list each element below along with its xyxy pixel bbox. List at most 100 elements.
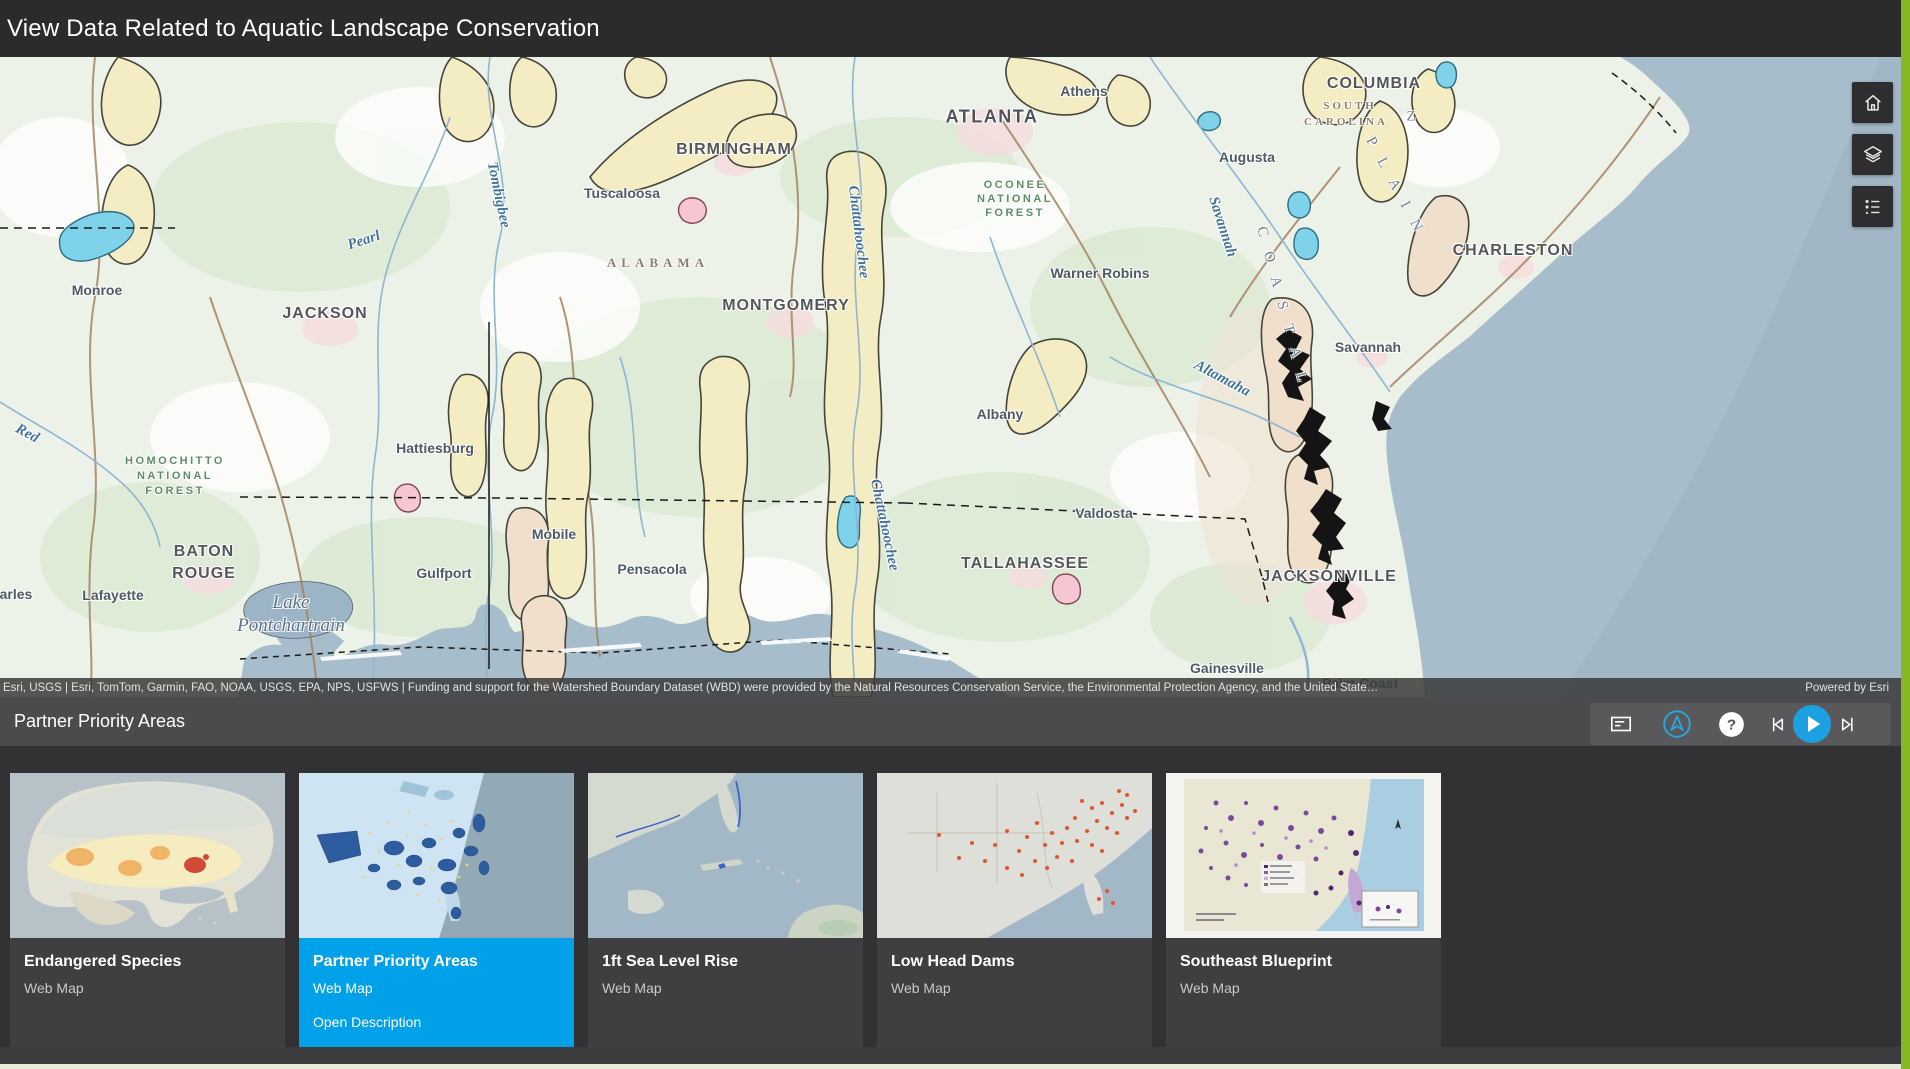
card-endangered-species[interactable]: Endangered Species Web Map [10,773,285,1047]
skip-next-icon [1836,713,1859,736]
card-low-head-dams[interactable]: Low Head Dams Web Map [877,773,1152,1047]
card-thumbnail [1166,773,1441,938]
map-label-monroe: Monroe [72,282,123,298]
map-label-national: NATIONAL [977,193,1053,205]
map-label-chattahoochee: Chattahoochee [844,185,872,280]
map-label-arles: arles [0,586,32,602]
map-label-savannah: Savannah [1335,339,1401,355]
title-bar: View Data Related to Aquatic Landscape C… [0,0,1901,57]
legend-icon [1862,196,1884,218]
compass-button[interactable] [1660,707,1694,741]
card-thumbnail [10,773,285,938]
map-attribution: Esri, USGS | Esri, TomTom, Garmin, FAO, … [0,678,1901,697]
card-subtitle: Web Map [313,980,560,996]
map-labels: Athens ATLANTA COLUMBIA SOUTH CAROLINA Z P L A… [0,57,1901,697]
map-label-baton: BATON [174,543,234,561]
map-label-augusta: Augusta [1219,149,1275,165]
map-label-altamaha: Altamaha [1191,357,1253,401]
legend-button[interactable] [1852,186,1893,227]
story-toolbar: ? [1590,703,1891,745]
map-label-lafayette: Lafayette [82,587,143,603]
card-1ft-sea-level-rise[interactable]: 1ft Sea Level Rise Web Map [588,773,863,1047]
card-subtitle: Web Map [891,980,1138,996]
map-label-z: Z [1406,109,1421,126]
map-label-birmingham: BIRMINGHAM [676,141,792,159]
map-label-carolina: CAROLINA [1304,116,1388,128]
map-label-savannah: Savannah [1204,195,1239,260]
description-icon [1608,711,1634,737]
card-title: Partner Priority Areas [313,953,560,971]
map-label-pearl: Pearl [346,228,383,254]
map-label-tombigbee: Tombigbee [483,160,514,229]
card-body: Partner Priority Areas Web Map Open Desc… [299,938,574,1047]
card-body: Low Head Dams Web Map [877,938,1152,1047]
map-label-montgomery: MONTGOMERY [722,297,850,315]
map-label-jackson: JACKSON [282,305,367,323]
map-label-atlanta: ATLANTA [946,107,1039,128]
card-subtitle: Web Map [602,980,849,996]
bottom-edge-strip [0,1064,1910,1069]
card-title: Endangered Species [24,953,271,971]
map-label-oconee: OCONEE [984,179,1047,191]
previous-button[interactable] [1764,709,1790,739]
map-label-charleston: CHARLESTON [1453,242,1574,260]
map-label-forest: FOREST [985,207,1045,219]
card-subtitle: Web Map [24,980,271,996]
map-label-tuscaloosa: Tuscaloosa [584,185,660,201]
card-southeast-blueprint[interactable]: Southeast Blueprint Web Map [1166,773,1441,1047]
home-icon [1862,92,1884,114]
map-label-p-l-a-i-n: P L A I N [1362,134,1429,239]
page-title: View Data Related to Aquatic Landscape C… [7,15,600,43]
map-label-lake: Lake [273,592,310,614]
map-label-pensacola: Pensacola [617,561,686,577]
skip-previous-icon [1766,713,1789,736]
play-icon [1793,705,1831,743]
svg-text:?: ? [1726,716,1735,733]
card-thumbnail [877,773,1152,938]
map-label-columbia: COLUMBIA [1327,75,1421,93]
card-title: 1ft Sea Level Rise [602,953,849,971]
attribution-text: Esri, USGS | Esri, TomTom, Garmin, FAO, … [3,682,1378,694]
play-button[interactable] [1792,704,1832,744]
next-button[interactable] [1834,709,1860,739]
compass-icon [1662,709,1692,739]
map-label-albany: Albany [977,406,1024,422]
map-label-tallahassee: TALLAHASSEE [961,555,1089,573]
app: View Data Related to Aquatic Landscape C… [0,0,1910,1069]
card-thumbnail [299,773,574,938]
map-label-jacksonville: JACKSONVILLE [1261,568,1397,586]
map-label-rouge: ROUGE [172,565,236,583]
map-label-south: SOUTH [1323,100,1377,112]
layers-button[interactable] [1852,134,1893,175]
description-button[interactable] [1604,707,1638,741]
card-body: Endangered Species Web Map [10,938,285,1047]
home-button[interactable] [1852,82,1893,123]
map-label-homochitto: HOMOCHITTO [125,455,225,467]
map-label-forest: FOREST [145,485,205,497]
map-label-chattahoochee: Chattahoochee [866,478,902,573]
map-label-athens: Athens [1060,83,1107,99]
map-label-gulfport: Gulfport [416,565,471,581]
map-label-warner-robins: Warner Robins [1050,265,1149,281]
layers-icon [1862,144,1884,166]
map-label-c-o-a-s-t-a-l: C O A S T A L [1252,225,1311,390]
map-label-gainesville: Gainesville [1190,660,1264,676]
map-label-red: Red [12,421,41,447]
card-partner-priority-areas[interactable]: Partner Priority Areas Web Map Open Desc… [299,773,574,1047]
map-view[interactable]: Athens ATLANTA COLUMBIA SOUTH CAROLINA Z P L A… [0,57,1901,697]
card-title: Low Head Dams [891,953,1138,971]
map-label-alabama: ALABAMA [607,255,709,271]
map-label-hattiesburg: Hattiesburg [396,440,474,456]
powered-by-esri-link[interactable]: Powered by Esri [1805,682,1889,694]
map-label-mobile: Mobile [532,526,576,542]
help-button[interactable]: ? [1716,709,1746,739]
card-body: Southeast Blueprint Web Map [1166,938,1441,1047]
help-icon: ? [1718,711,1745,738]
map-label-valdosta: Valdosta [1075,505,1133,521]
map-label-national: NATIONAL [137,470,213,482]
story-title: Partner Priority Areas [14,711,185,732]
map-label-pontchartrain: Pontchartrain [237,615,345,637]
card-thumbnail [588,773,863,938]
card-title: Southeast Blueprint [1180,953,1427,971]
open-description-link[interactable]: Open Description [313,1014,421,1030]
